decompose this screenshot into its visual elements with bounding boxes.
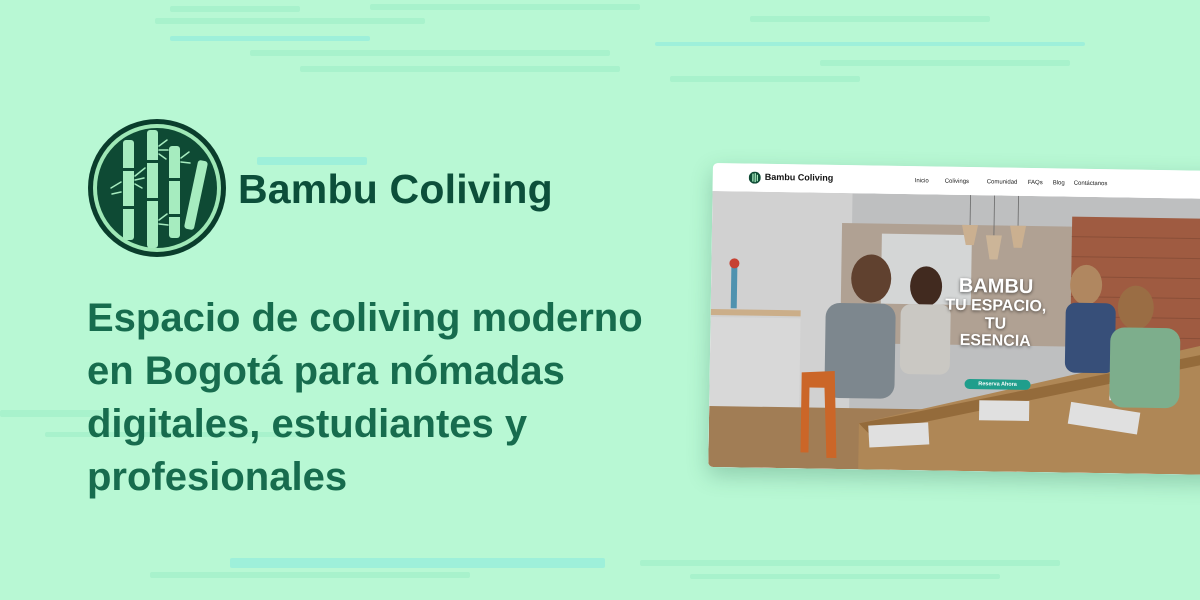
decor-line <box>370 4 640 10</box>
nav-link-contactanos[interactable]: Contáctanos <box>1074 181 1108 188</box>
headline-line: Espacio de coliving moderno <box>87 296 643 340</box>
nav-link-comunidad[interactable]: Comunidad <box>987 179 1018 185</box>
decor-line <box>820 60 1070 66</box>
headline-line: en Bogotá para nómadas <box>87 349 565 393</box>
mockup-logo-icon <box>748 171 761 184</box>
brand-name: Bambu Coliving <box>238 166 553 212</box>
hero-tagline-line: ESENCIA <box>959 332 1031 351</box>
decor-line <box>150 572 470 578</box>
decor-line <box>750 16 990 22</box>
decor-line <box>640 560 1060 566</box>
nav-link-blog[interactable]: Blog <box>1053 180 1065 186</box>
decor-line <box>300 66 620 72</box>
decor-line <box>170 6 300 12</box>
decor-line <box>170 36 370 41</box>
nav-link-inicio[interactable]: Inicio <box>915 178 929 184</box>
reserve-now-button[interactable]: Reserva Ahora <box>964 378 1031 391</box>
headline-line: digitales, estudiantes y <box>87 402 528 446</box>
decor-line <box>250 50 610 56</box>
decor-line <box>670 76 860 82</box>
headline: Espacio de coliving moderno en Bogotá pa… <box>87 292 677 504</box>
hero-section: BAMBU TU ESPACIO, TU ESENCIA Reserva Aho… <box>708 190 1200 476</box>
website-mockup: Bambu Coliving Inicio Colivings Comunida… <box>708 163 1200 476</box>
bamboo-logo-icon <box>88 119 226 257</box>
decor-line <box>690 574 1000 579</box>
hero-title-main: BAMBU <box>958 274 1034 299</box>
decor-line <box>655 42 1085 46</box>
decor-line <box>155 18 425 24</box>
nav-link-faqs[interactable]: FAQs <box>1028 180 1043 186</box>
nav-link-colivings[interactable]: Colivings <box>945 179 969 185</box>
hero-title: BAMBU TU ESPACIO, TU ESENCIA <box>900 274 1091 352</box>
decor-line <box>257 157 367 165</box>
decor-line <box>230 558 605 568</box>
mockup-brand: Bambu Coliving <box>764 171 834 183</box>
headline-line: profesionales <box>87 455 348 499</box>
